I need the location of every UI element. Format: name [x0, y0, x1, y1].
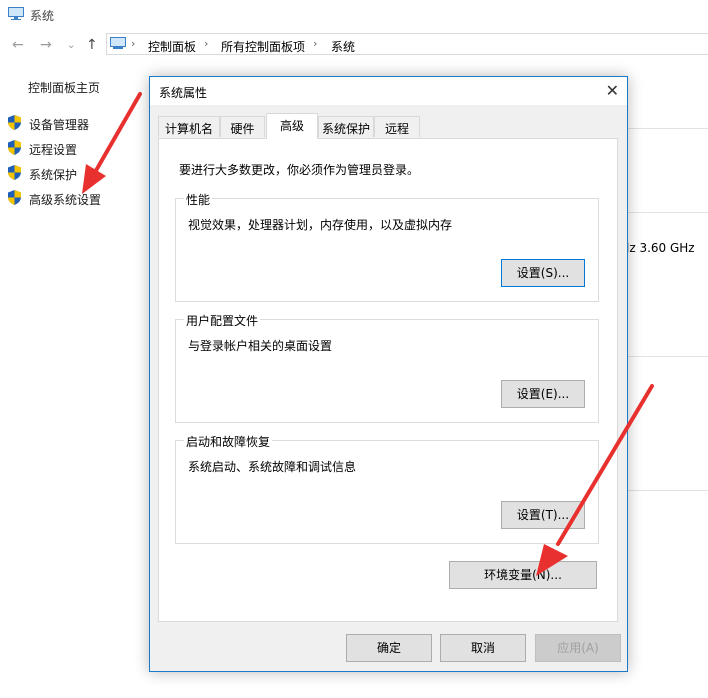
sidebar-item-label: 系统保护: [29, 168, 78, 182]
group-title: 性能: [184, 191, 213, 208]
uac-shield-icon: [8, 190, 21, 205]
tab-computer-name[interactable]: 计算机名: [158, 116, 220, 137]
processor-speed-text: lz 3.60 GHz: [626, 241, 695, 255]
performance-settings-button[interactable]: 设置(S)...: [501, 259, 585, 287]
advanced-tab-panel: 要进行大多数更改，你必须作为管理员登录。 性能 视觉效果，处理器计划，内存使用，…: [158, 138, 618, 622]
user-profiles-group: 用户配置文件 与登录帐户相关的桌面设置 设置(E)...: [175, 312, 599, 423]
ok-button[interactable]: 确定: [346, 634, 432, 662]
breadcrumb-all-items[interactable]: 所有控制面板项: [221, 38, 305, 55]
dialog-title-bar: 系统属性 ✕: [150, 77, 627, 105]
breadcrumb-separator-icon: ›: [131, 37, 136, 50]
tab-advanced[interactable]: 高级: [266, 113, 318, 139]
forward-arrow-icon[interactable]: →: [40, 37, 52, 53]
control-panel-home-link[interactable]: 控制面板主页: [28, 79, 100, 96]
startup-recovery-settings-button[interactable]: 设置(T)...: [501, 501, 585, 529]
back-arrow-icon[interactable]: ←: [12, 37, 24, 53]
group-title: 启动和故障恢复: [184, 433, 273, 450]
breadcrumb-separator-icon: ›: [313, 37, 318, 50]
tab-remote[interactable]: 远程: [374, 116, 420, 137]
dialog-title: 系统属性: [159, 86, 208, 100]
breadcrumb-system[interactable]: 系统: [331, 38, 355, 55]
tab-system-protection[interactable]: 系统保护: [318, 116, 374, 137]
performance-group: 性能 视觉效果，处理器计划，内存使用，以及虚拟内存 设置(S)...: [175, 191, 599, 302]
window-title: 系统: [30, 9, 55, 23]
user-profiles-settings-button[interactable]: 设置(E)...: [501, 380, 585, 408]
sidebar-item-label: 高级系统设置: [29, 193, 102, 207]
group-description: 系统启动、系统故障和调试信息: [188, 460, 357, 474]
up-arrow-icon[interactable]: ↑: [86, 37, 98, 53]
control-panel-icon: [110, 37, 126, 49]
startup-recovery-group: 启动和故障恢复 系统启动、系统故障和调试信息 设置(T)...: [175, 433, 599, 544]
tab-hardware[interactable]: 硬件: [220, 116, 265, 137]
address-bar[interactable]: › 控制面板 › 所有控制面板项 › 系统: [106, 33, 708, 55]
uac-shield-icon: [8, 165, 21, 180]
annotation-arrow-icon: [82, 92, 142, 194]
system-properties-dialog: 系统属性 ✕ 计算机名 硬件 高级 系统保护 远程 要进行大多数更改，你必须作为…: [149, 76, 628, 672]
admin-note: 要进行大多数更改，你必须作为管理员登录。: [179, 163, 420, 177]
system-monitor-icon: [8, 7, 24, 20]
recent-dropdown-icon[interactable]: ⌄: [67, 40, 75, 51]
environment-variables-button[interactable]: 环境变量(N)...: [449, 561, 597, 589]
sidebar-item-label: 远程设置: [29, 143, 78, 157]
uac-shield-icon: [8, 115, 21, 130]
group-title: 用户配置文件: [184, 312, 261, 329]
uac-shield-icon: [8, 140, 21, 155]
sidebar-item-label: 设备管理器: [29, 118, 90, 132]
group-description: 与登录帐户相关的桌面设置: [188, 339, 333, 353]
close-icon[interactable]: ✕: [606, 81, 619, 100]
apply-button: 应用(A): [535, 634, 621, 662]
window-title-bar: 系统: [0, 0, 708, 30]
breadcrumb-separator-icon: ›: [204, 37, 209, 50]
group-description: 视觉效果，处理器计划，内存使用，以及虚拟内存: [188, 218, 453, 232]
cancel-button[interactable]: 取消: [440, 634, 526, 662]
breadcrumb-control-panel[interactable]: 控制面板: [148, 38, 196, 55]
